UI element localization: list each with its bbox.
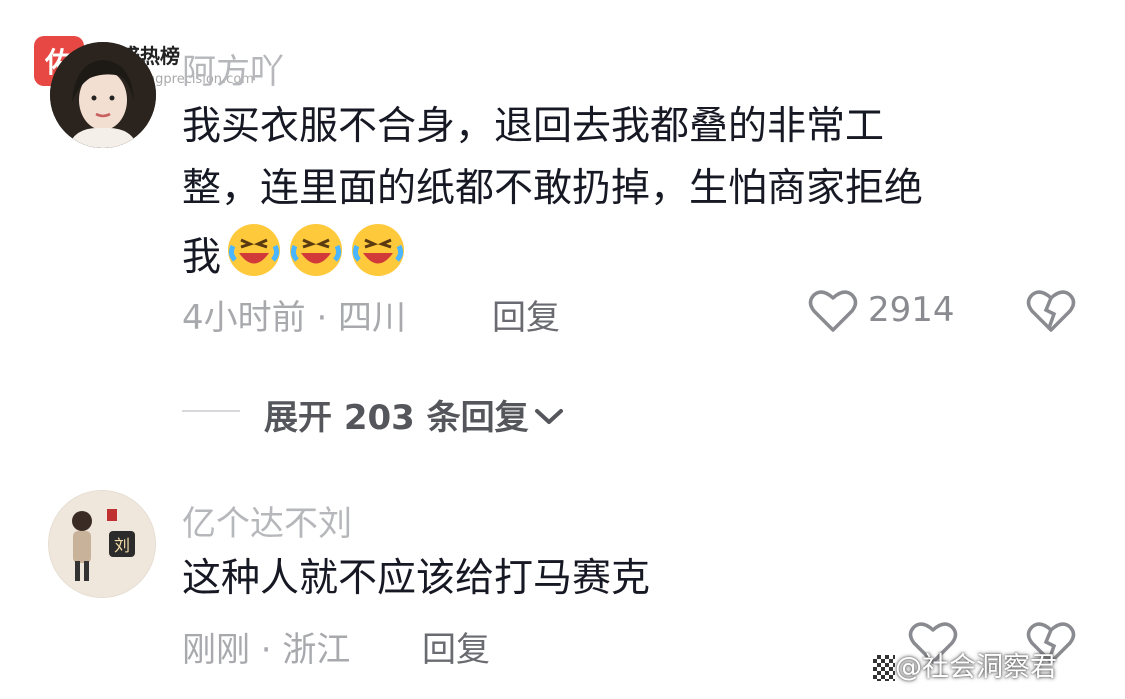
comment-text: 我买衣服不合身，退回去我都叠的非常工 整，连里面的纸都不敢扔掉，生怕商家拒绝 我 <box>182 104 924 280</box>
avatar[interactable]: 刘 <box>48 490 156 598</box>
comment-text: 这种人就不应该给打马赛克 <box>182 556 651 601</box>
bottom-watermark: @社会洞察君 <box>895 652 1057 683</box>
chevron-down-icon <box>529 398 565 438</box>
dislike-icon[interactable] <box>1026 288 1076 338</box>
like-icon[interactable] <box>808 288 858 338</box>
reply-button[interactable]: 回复 <box>422 622 490 671</box>
svg-text:刘: 刘 <box>114 536 130 555</box>
reply-button[interactable]: 回复 <box>492 290 560 339</box>
comment-meta: 刚刚 · 浙江 <box>182 630 351 670</box>
laugh-cry-emoji <box>221 224 407 280</box>
avatar[interactable] <box>50 42 156 148</box>
comment-username[interactable]: 阿方吖 <box>182 44 284 93</box>
comment-meta: 4小时前 · 四川 <box>182 298 407 338</box>
expand-replies-button[interactable]: 展开 203 条回复 <box>264 390 565 439</box>
divider <box>182 410 240 412</box>
comment-username[interactable]: 亿个达不刘 <box>182 496 352 545</box>
like-count: 2914 <box>868 290 955 330</box>
mosaic-patch <box>873 655 895 681</box>
